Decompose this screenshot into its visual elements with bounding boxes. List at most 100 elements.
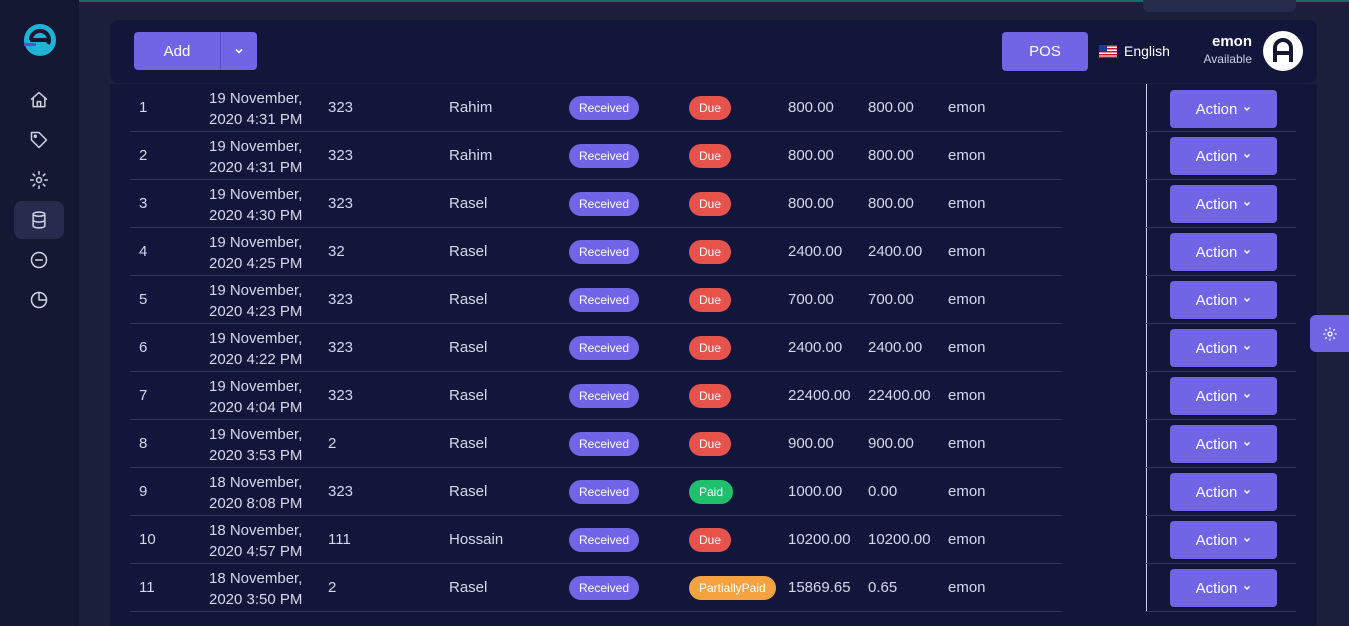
row-grand-total: 2400.00 (788, 243, 843, 260)
language-label: English (1124, 43, 1170, 59)
row-number: 8 (139, 435, 148, 452)
payment-status-badge: Due (689, 240, 732, 264)
row-due: 800.00 (868, 99, 914, 116)
sidebar-item-settings[interactable] (14, 161, 64, 199)
row-customer: Rahim (449, 99, 493, 116)
sales-table: 1 19 November, 2020 4:31 PM 323 Rahim Receive… (110, 84, 1317, 626)
row-reference: 2 (328, 435, 337, 452)
status-badge: Received (569, 528, 640, 552)
row-number: 6 (139, 339, 148, 356)
payment-status-badge: Due (689, 384, 732, 408)
app-logo[interactable] (22, 22, 58, 58)
row-date: 19 November, 2020 4:22 PM (209, 328, 302, 370)
row-customer: Rasel (449, 339, 488, 356)
action-label: Action (1195, 291, 1238, 309)
row-customer: Rasel (449, 195, 488, 212)
row-due: 800.00 (868, 147, 914, 164)
add-button[interactable]: Add (134, 32, 220, 70)
row-date: 19 November, 2020 4:23 PM (209, 280, 302, 322)
row-date-line2: 2020 4:23 PM (209, 303, 303, 320)
action-button[interactable]: Action (1170, 90, 1277, 128)
row-customer: Rahim (449, 147, 493, 164)
action-label: Action (1195, 483, 1238, 501)
pos-button[interactable]: POS (1002, 32, 1088, 71)
chevron-down-icon (1244, 538, 1251, 542)
language-selector[interactable]: English (1099, 43, 1170, 59)
row-customer: Rasel (449, 243, 488, 260)
avatar-letter-icon (1273, 38, 1293, 62)
row-grand-total: 800.00 (788, 147, 834, 164)
row-date-line1: 18 November, (209, 474, 303, 491)
status-badge: Received (569, 336, 640, 360)
add-button-group: Add (134, 32, 257, 70)
row-user: emon (948, 243, 986, 260)
action-button[interactable]: Action (1170, 473, 1277, 511)
action-button[interactable]: Action (1170, 569, 1277, 607)
database-icon (32, 211, 46, 229)
sidebar-item-products[interactable] (14, 121, 64, 159)
table-row: 8 19 November, 2020 3:53 PM 2 Rasel Received D… (130, 420, 1061, 468)
chevron-down-icon (1244, 107, 1251, 111)
action-button[interactable]: Action (1170, 281, 1277, 319)
row-date: 19 November, 2020 4:04 PM (209, 376, 302, 418)
action-label: Action (1195, 531, 1238, 549)
row-due: 700.00 (868, 291, 914, 308)
user-status: Available (1203, 52, 1252, 66)
row-user: emon (948, 387, 986, 404)
row-number: 5 (139, 291, 148, 308)
row-user: emon (948, 339, 986, 356)
row-customer: Rasel (449, 483, 488, 500)
action-cell: Action (1145, 324, 1296, 372)
action-cell: Action (1145, 228, 1296, 276)
row-user: emon (948, 291, 986, 308)
sidebar (0, 0, 79, 626)
action-button[interactable]: Action (1170, 185, 1277, 223)
action-cell: Action (1145, 516, 1296, 564)
row-date-line1: 19 November, (209, 186, 303, 203)
payment-status-badge: Due (689, 192, 732, 216)
row-date-line1: 19 November, (209, 426, 303, 443)
row-grand-total: 700.00 (788, 291, 834, 308)
action-label: Action (1195, 100, 1238, 118)
chevron-down-icon (1244, 298, 1251, 302)
row-grand-total: 15869.65 (788, 579, 851, 596)
payment-status-badge: Due (689, 144, 732, 168)
action-cell: Action (1145, 420, 1296, 468)
payment-status-badge: PartiallyPaid (689, 576, 776, 600)
row-user: emon (948, 483, 986, 500)
row-user: emon (948, 531, 986, 548)
row-due: 0.00 (868, 483, 898, 500)
us-flag-icon (1099, 44, 1117, 58)
add-dropdown-toggle[interactable] (220, 32, 257, 70)
row-user: emon (948, 579, 986, 596)
table-row: 4 19 November, 2020 4:25 PM 32 Rasel Received… (130, 228, 1061, 276)
action-button[interactable]: Action (1170, 233, 1277, 271)
sidebar-item-home[interactable] (14, 81, 64, 119)
action-button[interactable]: Action (1170, 425, 1277, 463)
row-date-line1: 18 November, (209, 570, 303, 587)
action-button[interactable]: Action (1170, 137, 1277, 175)
row-date: 19 November, 2020 4:25 PM (209, 232, 302, 274)
action-label: Action (1195, 387, 1238, 405)
action-button[interactable]: Action (1170, 521, 1277, 559)
row-date-line2: 2020 3:53 PM (209, 447, 303, 464)
row-date-line2: 2020 4:31 PM (209, 111, 303, 128)
action-label: Action (1195, 435, 1238, 453)
row-date-line2: 2020 4:30 PM (209, 207, 303, 224)
sidebar-item-database[interactable] (14, 201, 64, 239)
row-reference: 2 (328, 579, 337, 596)
home-icon (30, 91, 48, 108)
action-button[interactable]: Action (1170, 329, 1277, 367)
sidebar-item-expenses[interactable] (14, 241, 64, 279)
table-row: 3 19 November, 2020 4:30 PM 323 Rasel Receive… (130, 180, 1061, 228)
row-number: 10 (139, 531, 156, 548)
payment-status-badge: Paid (689, 480, 734, 504)
row-customer: Rasel (449, 291, 488, 308)
sidebar-item-reports[interactable] (14, 281, 64, 319)
action-button[interactable]: Action (1170, 377, 1277, 415)
settings-floating-button[interactable] (1310, 315, 1349, 352)
row-reference: 323 (328, 195, 354, 212)
avatar[interactable] (1263, 31, 1303, 71)
chevron-down-icon (1244, 442, 1251, 446)
chevron-down-icon (1244, 394, 1251, 398)
